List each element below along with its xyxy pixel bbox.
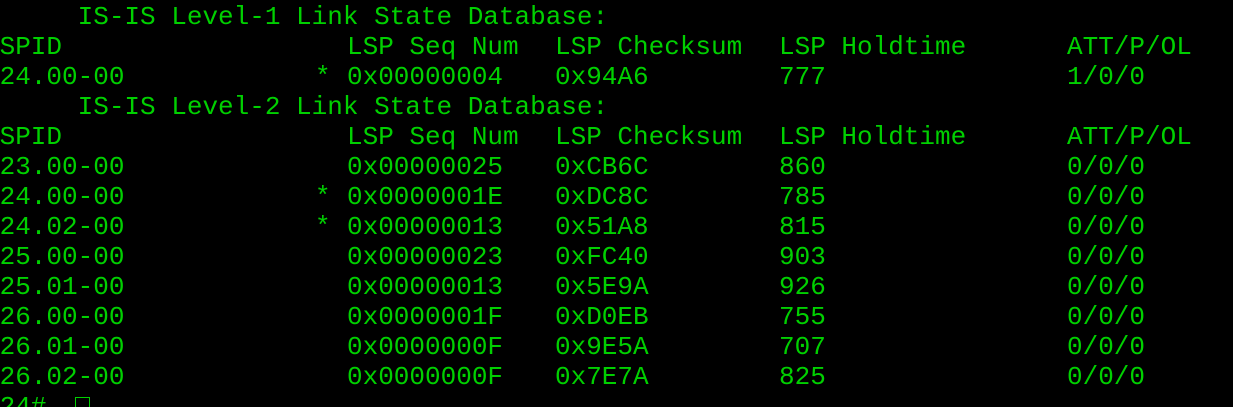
lsp-seq-num: 0x00000013 (347, 272, 504, 302)
lsp-holdtime: 785 (779, 182, 826, 212)
level2-header-holdtime: LSP Holdtime (779, 122, 967, 152)
lsp-seq-num: 0x00000013 (347, 212, 504, 242)
lsp-row: R26.00-00 0x0000001F 0xD0EB 755 0/0/0 (0, 302, 1145, 332)
lsp-local-marker: * (315, 212, 331, 242)
level1-header-holdtime: LSP Holdtime (779, 32, 967, 62)
lsp-checksum: 0xCB6C (555, 152, 649, 182)
level1-rows: R24.00-00 * 0x00000004 0x94A6 777 1/0/0 (0, 62, 1145, 92)
terminal-window[interactable]: IS-IS Level-1 Link State Database: LSPID… (0, 0, 1233, 407)
level1-header-row: LSPID LSP Seq Num LSP Checksum LSP Holdt… (0, 32, 1192, 62)
level1-title: IS-IS Level-1 Link State Database: (0, 2, 609, 32)
lsp-checksum: 0xD0EB (555, 302, 649, 332)
lsp-holdtime: 755 (779, 302, 826, 332)
lsp-att-p-ol: 0/0/0 (1067, 332, 1146, 362)
lsp-seq-num: 0x0000000F (347, 332, 504, 362)
lsp-holdtime: 777 (779, 62, 826, 92)
level2-title-text: IS-IS Level-2 Link State Database: (77, 92, 609, 122)
level2-rows: R23.00-000x000000250xCB6C8600/0/0R24.00-… (0, 152, 1145, 392)
lsp-att-p-ol: 0/0/0 (1067, 212, 1146, 242)
lsp-seq-num: 0x00000023 (347, 242, 504, 272)
lsp-seq-num: 0x0000000F (347, 362, 504, 392)
lsp-checksum: 0x7E7A (555, 362, 649, 392)
lsp-checksum: 0x9E5A (555, 332, 649, 362)
level2-header-seq: LSP Seq Num (347, 122, 519, 152)
lsp-lspid: R23.00-00 (0, 152, 125, 182)
lsp-lspid: R24.02-00 (0, 212, 125, 242)
level2-header-lspid: LSPID (0, 122, 63, 152)
lsp-checksum: 0x94A6 (555, 62, 649, 92)
lsp-checksum: 0x51A8 (555, 212, 649, 242)
level2-title: IS-IS Level-2 Link State Database: (0, 92, 609, 122)
lsp-holdtime: 707 (779, 332, 826, 362)
text-cursor (75, 397, 90, 407)
lsp-row: R24.00-00 * 0x00000004 0x94A6 777 1/0/0 (0, 62, 1145, 92)
lsp-holdtime: 903 (779, 242, 826, 272)
lsp-row: R24.00-00 * 0x0000001E 0xDC8C 785 0/0/0 (0, 182, 1145, 212)
level1-header-checksum: LSP Checksum (555, 32, 743, 62)
lsp-holdtime: 815 (779, 212, 826, 242)
lsp-att-p-ol: 0/0/0 (1067, 302, 1146, 332)
lsp-att-p-ol: 0/0/0 (1067, 182, 1146, 212)
level2-header-checksum: LSP Checksum (555, 122, 743, 152)
lsp-checksum: 0xDC8C (555, 182, 649, 212)
level2-header-att: ATT/P/OL (1067, 122, 1192, 152)
terminal-output: IS-IS Level-1 Link State Database: LSPID… (0, 2, 1192, 407)
lsp-lspid: R24.00-00 (0, 182, 125, 212)
lsp-lspid: R24.00-00 (0, 62, 125, 92)
lsp-row: R26.02-00 0x0000000F 0x7E7A 825 0/0/0 (0, 362, 1145, 392)
lsp-row: R24.02-00 * 0x00000013 0x51A8 815 0/0/0 (0, 212, 1145, 242)
lsp-seq-num: 0x0000001F (347, 302, 504, 332)
level2-header-row: LSPID LSP Seq Num LSP Checksum LSP Holdt… (0, 122, 1192, 152)
lsp-holdtime: 825 (779, 362, 826, 392)
lsp-local-marker: * (315, 62, 331, 92)
lsp-row: R25.00-00 0x00000023 0xFC40 903 0/0/0 (0, 242, 1145, 272)
level1-header-att: ATT/P/OL (1067, 32, 1192, 62)
lsp-row: R25.01-00 0x00000013 0x5E9A 926 0/0/0 (0, 272, 1145, 302)
lsp-seq-num: 0x0000001E (347, 182, 504, 212)
command-prompt: R24# (0, 392, 47, 407)
lsp-lspid: R25.01-00 (0, 272, 125, 302)
level1-title-text: IS-IS Level-1 Link State Database: (77, 2, 609, 32)
lsp-seq-num: 0x00000004 (347, 62, 504, 92)
lsp-checksum: 0x5E9A (555, 272, 649, 302)
lsp-row: R23.00-00 0x00000025 0xCB6C 860 0/0/0 (0, 152, 1145, 182)
lsp-att-p-ol: 0/0/0 (1067, 272, 1146, 302)
lsp-seq-num: 0x00000025 (347, 152, 504, 182)
level1-header-lspid: LSPID (0, 32, 63, 62)
lsp-lspid: R26.02-00 (0, 362, 125, 392)
lsp-lspid: R25.00-00 (0, 242, 125, 272)
level1-header-seq: LSP Seq Num (347, 32, 519, 62)
lsp-lspid: R26.01-00 (0, 332, 125, 362)
lsp-checksum: 0xFC40 (555, 242, 649, 272)
lsp-att-p-ol: 0/0/0 (1067, 362, 1146, 392)
lsp-row: R26.01-00 0x0000000F 0x9E5A 707 0/0/0 (0, 332, 1145, 362)
lsp-lspid: R26.00-00 (0, 302, 125, 332)
command-prompt-line[interactable]: R24# (0, 392, 90, 407)
lsp-holdtime: 926 (779, 272, 826, 302)
lsp-local-marker: * (315, 182, 331, 212)
lsp-holdtime: 860 (779, 152, 826, 182)
lsp-att-p-ol: 1/0/0 (1067, 62, 1146, 92)
lsp-att-p-ol: 0/0/0 (1067, 242, 1146, 272)
lsp-att-p-ol: 0/0/0 (1067, 152, 1146, 182)
